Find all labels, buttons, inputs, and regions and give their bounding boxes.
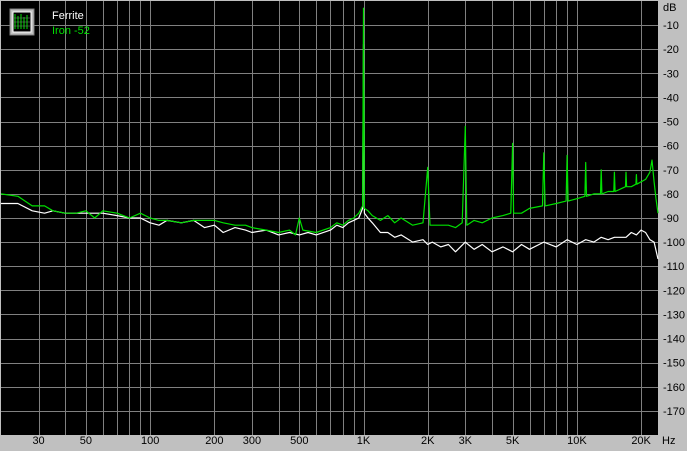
y-tick-label: -90	[663, 213, 679, 225]
x-tick-label: 500	[290, 435, 308, 447]
x-tick-label: 2K	[421, 435, 435, 447]
x-tick-label: 200	[205, 435, 223, 447]
legend-entry-ferrite: Ferrite	[52, 10, 84, 22]
x-unit-label: Hz	[662, 435, 675, 447]
spectrum-chart: -10 -20 -30 -40 -50 -60 -70 -80 -90 -100 -110 -120 -…	[0, 0, 687, 451]
x-tick-label: 1K	[357, 435, 371, 447]
y-tick-label: -150	[663, 358, 685, 370]
y-tick-label: -170	[663, 406, 685, 418]
y-tick-label: -140	[663, 334, 685, 346]
x-tick-label: 100	[141, 435, 159, 447]
y-unit-label: dB	[663, 2, 676, 14]
legend-entry-iron: Iron -52	[52, 25, 90, 37]
x-tick-label: 20K	[631, 435, 651, 447]
y-tick-label: -50	[663, 117, 679, 129]
y-tick-label: -30	[663, 68, 679, 80]
x-tick-label: 5K	[506, 435, 520, 447]
y-tick-label: -80	[663, 189, 679, 201]
x-tick-label: 10K	[567, 435, 587, 447]
x-tick-label: 3K	[459, 435, 473, 447]
y-tick-label: -110	[663, 261, 684, 273]
legend-icon[interactable]	[9, 8, 35, 36]
x-tick-label: 50	[80, 435, 92, 447]
y-tick-label: -60	[663, 141, 679, 153]
x-tick-label: 300	[243, 435, 261, 447]
y-tick-label: -160	[663, 382, 685, 394]
y-tick-label: -10	[663, 20, 679, 32]
y-tick-label: -70	[663, 165, 679, 177]
y-tick-label: -130	[663, 309, 685, 321]
y-tick-label: -100	[663, 237, 685, 249]
y-tick-label: -40	[663, 92, 679, 104]
y-tick-label: -20	[663, 44, 679, 56]
y-tick-label: -120	[663, 285, 685, 297]
x-tick-label: 30	[32, 435, 44, 447]
